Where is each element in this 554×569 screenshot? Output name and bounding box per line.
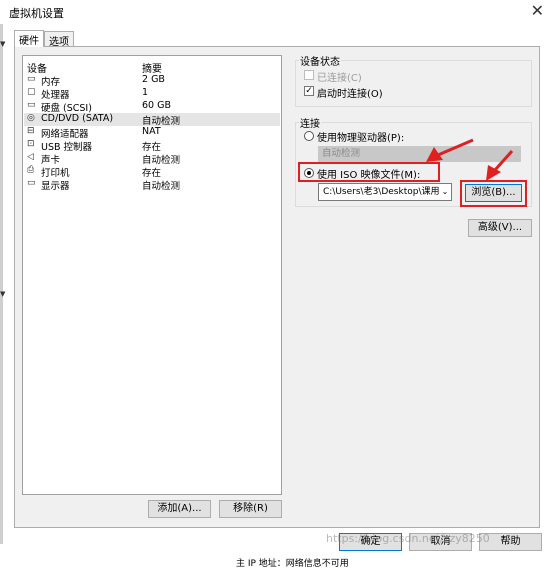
annotation-arrow bbox=[486, 149, 514, 181]
annotation-arrow bbox=[426, 138, 474, 162]
background-status-text: 主 IP 地址：网络信息不可用 bbox=[236, 559, 349, 569]
watermark: https://blog.csdn.net/zzy8250 bbox=[326, 532, 490, 545]
tab-hardware[interactable]: 硬件 bbox=[14, 30, 44, 47]
annotation-arrows bbox=[426, 138, 514, 181]
